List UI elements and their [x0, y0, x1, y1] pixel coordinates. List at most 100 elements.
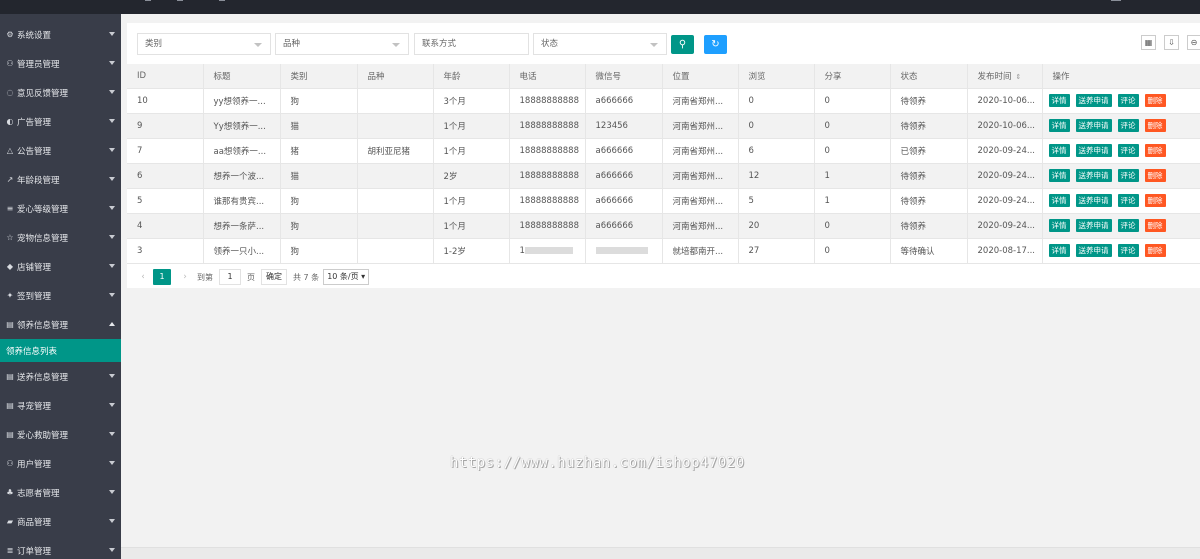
cell-text: a666666 — [595, 195, 634, 206]
adopt-apply-button[interactable]: 送养申请 — [1075, 94, 1112, 107]
sidebar-nav: ⚙ 系统设置 ⚇ 管理员管理 ◌ 意见反馈管理 ◐ 广告管理 △ 公告管理 ↗ 年龄段管理 ≡ 爱心等级管… — [0, 20, 121, 559]
goto-confirm-button[interactable]: 确定 — [261, 269, 287, 285]
cell-text: 0 — [824, 95, 830, 106]
cell-text: 5 — [748, 195, 754, 206]
top-menu-icon[interactable] — [145, 0, 151, 1]
comment-button[interactable]: 评论 — [1117, 244, 1139, 257]
print-button[interactable]: ⊖ — [1187, 35, 1200, 50]
chevron-down-icon — [109, 293, 115, 297]
adopt-apply-button[interactable]: 送养申请 — [1075, 144, 1112, 157]
search-button[interactable]: ⚲ — [671, 35, 694, 54]
cell-text: a666666 — [595, 170, 634, 181]
cell-text: 2020-10-06... — [977, 120, 1036, 131]
sidebar-item-15[interactable]: ♣ 志愿者管理 — [0, 478, 121, 507]
sidebar-item-12[interactable]: ▤ 寻宠管理 — [0, 391, 121, 420]
export-button[interactable]: ⇩ — [1164, 35, 1179, 50]
page-size-select[interactable]: 10 条/页 ▾ — [323, 269, 370, 285]
column-header[interactable]: 发布时间 ⇕ — [967, 64, 1043, 89]
sidebar-item-16[interactable]: ▰ 商品管理 — [0, 507, 121, 536]
table-cell: a666666 — [585, 213, 663, 239]
detail-button[interactable]: 详情 — [1048, 169, 1070, 182]
cell-text: 6 — [137, 170, 143, 181]
sidebar-item-0[interactable]: ⚙ 系统设置 — [0, 20, 121, 49]
detail-button[interactable]: 详情 — [1048, 194, 1070, 207]
current-page[interactable]: 1 — [153, 269, 171, 285]
sidebar-item-17[interactable]: ≣ 订单管理 — [0, 536, 121, 559]
delete-button[interactable]: 删除 — [1144, 94, 1166, 107]
comment-button[interactable]: 评论 — [1117, 119, 1139, 132]
status-select[interactable]: 状态 — [533, 33, 667, 55]
comment-button[interactable]: 评论 — [1117, 219, 1139, 232]
prev-page-icon[interactable]: ‹ — [137, 272, 149, 282]
sidebar-item-1[interactable]: ⚇ 管理员管理 — [0, 49, 121, 78]
cell-text: 2020-09-24... — [977, 170, 1036, 181]
delete-button[interactable]: 删除 — [1144, 169, 1166, 182]
cell-text: 2020-09-24... — [977, 220, 1036, 231]
contact-input[interactable]: 联系方式 — [414, 33, 529, 55]
adopt-apply-button[interactable]: 送养申请 — [1075, 169, 1112, 182]
cell-text: 0 — [824, 220, 830, 231]
adopt-apply-button[interactable]: 送养申请 — [1075, 119, 1112, 132]
sidebar-item-13[interactable]: ▤ 爱心救助管理 — [0, 420, 121, 449]
detail-button[interactable]: 详情 — [1048, 244, 1070, 257]
sort-icon[interactable]: ⇕ — [1016, 73, 1022, 81]
table-cell: 河南省郑州... — [662, 138, 739, 164]
sidebar-item-14[interactable]: ⚇ 用户管理 — [0, 449, 121, 478]
sidebar-item-6[interactable]: ≡ 爱心等级管理 — [0, 194, 121, 223]
columns-filter-button[interactable]: ▦ — [1141, 35, 1156, 50]
table-cell: 0 — [814, 138, 891, 164]
sidebar-item-9[interactable]: ✦ 签到管理 — [0, 281, 121, 310]
total-count: 共 7 条 — [293, 272, 320, 282]
sidebar-item-7[interactable]: ☆ 宠物信息管理 — [0, 223, 121, 252]
sidebar-item-label: 商品管理 — [17, 517, 52, 528]
sidebar-item-8[interactable]: ◆ 店铺管理 — [0, 252, 121, 281]
table-cell: 待领养 — [890, 113, 968, 139]
delete-button[interactable]: 删除 — [1144, 244, 1166, 257]
user-icon: ⚇ — [6, 459, 14, 468]
detail-button[interactable]: 详情 — [1048, 94, 1070, 107]
cell-text: 18888888888 — [519, 195, 580, 206]
delete-button[interactable]: 删除 — [1144, 219, 1166, 232]
top-user-icon[interactable] — [1111, 0, 1121, 1]
refresh-button[interactable]: ↻ — [704, 35, 727, 54]
top-refresh-icon[interactable] — [177, 0, 183, 1]
sidebar-item-label: 管理员管理 — [17, 59, 60, 70]
table-cell: 1 — [814, 163, 891, 189]
comment-button[interactable]: 评论 — [1117, 194, 1139, 207]
cell-text: 河南省郑州... — [672, 221, 724, 232]
table-cell: 河南省郑州... — [662, 213, 739, 239]
comment-button[interactable]: 评论 — [1117, 169, 1139, 182]
sidebar-item-10[interactable]: ▤ 领养信息管理 — [0, 310, 121, 339]
detail-button[interactable]: 详情 — [1048, 144, 1070, 157]
sidebar-item-4[interactable]: △ 公告管理 — [0, 136, 121, 165]
adopt-apply-button[interactable]: 送养申请 — [1075, 244, 1112, 257]
table-cell — [357, 213, 434, 239]
sidebar-item-5[interactable]: ↗ 年龄段管理 — [0, 165, 121, 194]
column-header-label: 品种 — [367, 71, 385, 82]
table-header-row: ID 标题 类别 品种 年龄 电话 微信号 位置 浏览 分享 状态 发布时间 ⇕ 操作 — [127, 64, 1200, 89]
delete-button[interactable]: 删除 — [1144, 144, 1166, 157]
category-select[interactable]: 类别 — [137, 33, 271, 55]
cell-text: 1-2岁 — [443, 246, 466, 257]
next-page-icon[interactable]: › — [179, 272, 191, 282]
adopt-apply-button[interactable]: 送养申请 — [1075, 194, 1112, 207]
delete-button[interactable]: 删除 — [1144, 194, 1166, 207]
table-cell: 27 — [738, 238, 815, 264]
adopt-apply-button[interactable]: 送养申请 — [1075, 219, 1112, 232]
detail-button[interactable]: 详情 — [1048, 119, 1070, 132]
sidebar-item-2[interactable]: ◌ 意见反馈管理 — [0, 78, 121, 107]
comment-button[interactable]: 评论 — [1117, 94, 1139, 107]
detail-button[interactable]: 详情 — [1048, 219, 1070, 232]
top-fullscreen-icon[interactable] — [219, 0, 225, 1]
cell-text: 1个月 — [443, 196, 466, 207]
sidebar-item-11[interactable]: ▤ 送养信息管理 — [0, 362, 121, 391]
sidebar-item-3[interactable]: ◐ 广告管理 — [0, 107, 121, 136]
goto-page-input[interactable]: 1 — [219, 269, 241, 285]
breed-select[interactable]: 品种 — [275, 33, 409, 55]
comment-button[interactable]: 评论 — [1117, 144, 1139, 157]
delete-button[interactable]: 删除 — [1144, 119, 1166, 132]
table-cell: 12 — [738, 163, 815, 189]
chevron-down-icon — [650, 43, 658, 47]
sidebar-subitem-active[interactable]: 领养信息列表 — [0, 339, 121, 362]
table-cell: 就培都南开... — [662, 238, 739, 264]
